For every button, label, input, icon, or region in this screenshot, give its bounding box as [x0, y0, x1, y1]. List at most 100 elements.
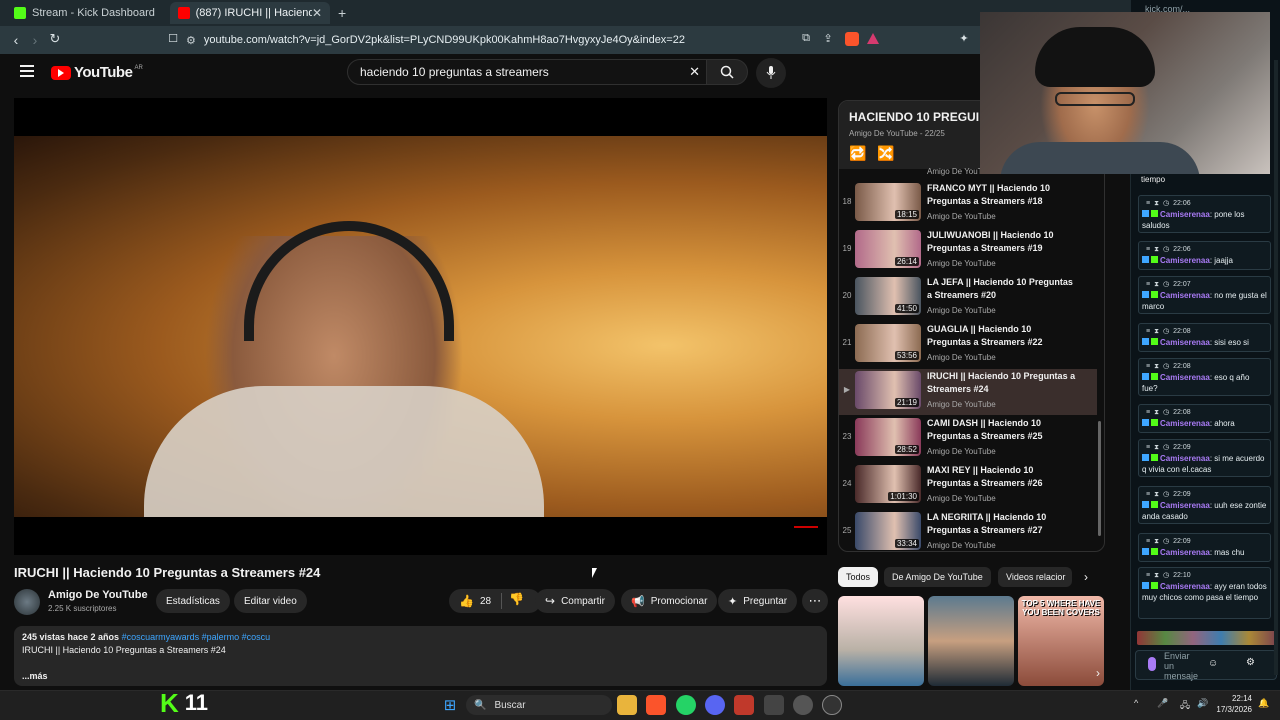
windows-start-icon[interactable]: ⊞: [440, 695, 460, 715]
chat-username[interactable]: Camiserenaa: [1160, 501, 1210, 510]
channel-name[interactable]: Amigo De YouTube: [48, 589, 148, 601]
playlist-scrollbar[interactable]: [1098, 421, 1101, 536]
tray-chevron-icon[interactable]: ^: [1134, 698, 1138, 708]
pin-icon[interactable]: ≡: [1146, 326, 1150, 337]
timeout-icon[interactable]: ⧗: [1154, 442, 1159, 453]
playlist-item-thumbnail[interactable]: 18:15: [855, 183, 921, 221]
forward-icon[interactable]: ›: [25, 32, 45, 48]
pin-icon[interactable]: ≡: [1146, 536, 1150, 547]
playlist-item-title[interactable]: LA NEGRIITA || Haciendo 10 Preguntas a S…: [927, 511, 1077, 537]
playlist-item[interactable]: 21 53:56 GUAGLIA || Haciendo 10 Preguntas …: [839, 322, 1097, 368]
related-thumb-1[interactable]: [838, 596, 924, 686]
playlist-item-thumbnail[interactable]: 26:14: [855, 230, 921, 268]
stats-button[interactable]: Estadísticas: [156, 589, 230, 613]
back-icon[interactable]: ‹: [6, 32, 26, 48]
tab-kick-dashboard[interactable]: Stream - Kick Dashboard: [6, 2, 168, 24]
playlist-item[interactable]: 25 33:34 LA NEGRIITA || Haciendo 10 Pregun…: [839, 510, 1097, 551]
playlist-title[interactable]: HACIENDO 10 PREGUI: [849, 110, 979, 124]
chat-username[interactable]: Camiserenaa: [1160, 338, 1210, 347]
description-box[interactable]: 245 vistas hace 2 años #coscuarmyawards …: [14, 626, 827, 686]
playlist-item-thumbnail[interactable]: 28:52: [855, 418, 921, 456]
timeout-icon[interactable]: ⧗: [1154, 536, 1159, 547]
playlist-item[interactable]: 19 26:14 JULIWUANOBI || Haciendo 10 Pregun…: [839, 228, 1097, 274]
playlist-item-thumbnail[interactable]: 21:19: [855, 371, 921, 409]
hashtags[interactable]: #coscuarmyawards #palermo #coscu: [122, 632, 271, 642]
chat-settings-icon[interactable]: ⚙: [1246, 657, 1255, 668]
whatsapp-icon[interactable]: [676, 695, 696, 715]
emote-row[interactable]: [1137, 631, 1277, 645]
media-player-icon[interactable]: [822, 695, 842, 715]
new-tab-button[interactable]: +: [338, 5, 346, 21]
brave-browser-icon[interactable]: [646, 695, 666, 715]
timeout-icon[interactable]: ⧗: [1154, 361, 1159, 372]
timeout-icon[interactable]: ⧗: [1154, 489, 1159, 500]
pin-icon[interactable]: ≡: [1146, 489, 1150, 500]
edit-video-button[interactable]: Editar video: [234, 589, 307, 613]
open-in-app-icon[interactable]: ⧉: [796, 32, 816, 45]
chips-next-icon[interactable]: ›: [1084, 570, 1088, 584]
playlist-item[interactable]: 24 1:01:30 MAXI REY || Haciendo 10 Pregunt…: [839, 463, 1097, 509]
chat-username[interactable]: Camiserenaa: [1160, 548, 1210, 557]
playlist-item[interactable]: 20 41:50 LA JEFA || Haciendo 10 Preguntas …: [839, 275, 1097, 321]
ask-button[interactable]: ✦ Preguntar: [718, 589, 798, 613]
timeout-icon[interactable]: ⧗: [1154, 198, 1159, 209]
playlist-item-title[interactable]: CAMI DASH || Haciendo 10 Preguntas a Str…: [927, 417, 1077, 443]
timeout-icon[interactable]: ⧗: [1154, 407, 1159, 418]
volume-icon[interactable]: 🔊: [1197, 698, 1208, 709]
app-icon[interactable]: [734, 695, 754, 715]
url-field[interactable]: ⚙ youtube.com/watch?v=jd_GorDV2pk&list=P…: [186, 29, 886, 51]
chat-input[interactable]: Enviar un mensaje ☺ ⚙: [1135, 650, 1277, 681]
site-info-icon[interactable]: ⚙: [186, 34, 196, 47]
tray-mic-icon[interactable]: 🎤: [1157, 698, 1168, 709]
chat-username[interactable]: Camiserenaa: [1160, 210, 1210, 219]
reload-icon[interactable]: ↻: [45, 31, 65, 47]
share-page-icon[interactable]: ⇪: [818, 32, 838, 45]
app-icon-2[interactable]: [764, 695, 784, 715]
chat-username[interactable]: Camiserenaa: [1160, 373, 1210, 382]
chip-from-channel[interactable]: De Amigo De YouTube: [884, 567, 991, 587]
chat-username[interactable]: Camiserenaa: [1160, 256, 1210, 265]
network-icon[interactable]: 🖧: [1180, 698, 1190, 714]
pin-icon[interactable]: ≡: [1146, 407, 1150, 418]
file-explorer-icon[interactable]: [617, 695, 637, 715]
pin-icon[interactable]: ≡: [1146, 570, 1150, 581]
shuffle-icon[interactable]: 🔀: [877, 145, 894, 162]
notification-icon[interactable]: 🔔: [1258, 698, 1269, 709]
pin-icon[interactable]: ≡: [1146, 442, 1150, 453]
playlist-item-title[interactable]: LA JEFA || Haciendo 10 Preguntas a Strea…: [927, 276, 1077, 302]
playlist-item-thumbnail[interactable]: 33:34: [855, 512, 921, 550]
timeout-icon[interactable]: ⧗: [1154, 570, 1159, 581]
extensions-icon[interactable]: ✦: [954, 32, 974, 45]
youtube-logo[interactable]: YouTube AR: [51, 64, 143, 81]
playlist-item-title[interactable]: MAXI REY || Haciendo 10 Preguntas a Stre…: [927, 464, 1077, 490]
playlist-item-title[interactable]: GUAGLIA || Haciendo 10 Preguntas a Strea…: [927, 323, 1077, 349]
playlist-item[interactable]: ▶ 21:19 IRUCHI || Haciendo 10 Preguntas a …: [839, 369, 1097, 415]
chip-all[interactable]: Todos: [838, 567, 879, 587]
channel-avatar[interactable]: [14, 589, 40, 615]
related-next-icon[interactable]: ›: [1096, 666, 1100, 680]
video-player[interactable]: [14, 98, 827, 555]
related-thumb-3[interactable]: TOP 5 WHERE HAVE YOU BEEN COVERS: [1018, 596, 1104, 686]
playlist-item-thumbnail[interactable]: 41:50: [855, 277, 921, 315]
chat-username[interactable]: Camiserenaa: [1160, 419, 1210, 428]
timeout-icon[interactable]: ⧗: [1154, 326, 1159, 337]
dislike-icon[interactable]: 👎: [509, 592, 524, 606]
discord-icon[interactable]: [705, 695, 725, 715]
chat-badge-icon[interactable]: [1148, 657, 1156, 671]
close-tab-icon[interactable]: ✕: [312, 6, 322, 20]
show-more-link[interactable]: ...más: [22, 671, 819, 681]
timeout-icon[interactable]: ⧗: [1154, 279, 1159, 290]
emoji-icon[interactable]: ☺: [1208, 658, 1218, 669]
chat-username[interactable]: Camiserenaa: [1160, 582, 1210, 591]
playlist-item-title[interactable]: JULIWUANOBI || Haciendo 10 Preguntas a S…: [927, 229, 1077, 255]
search-input[interactable]: haciendo 10 preguntas a streamers ✕: [347, 59, 709, 85]
chip-related[interactable]: Videos relacior: [998, 567, 1072, 587]
bookmark-icon[interactable]: ☐: [163, 32, 183, 45]
playlist-item[interactable]: 18 18:15 FRANCO MYT || Haciendo 10 Pregunt…: [839, 181, 1097, 227]
playlist-item-title[interactable]: FRANCO MYT || Haciendo 10 Preguntas a St…: [927, 182, 1077, 208]
like-count[interactable]: 28: [480, 596, 491, 607]
pin-icon[interactable]: ≡: [1146, 244, 1150, 255]
pin-icon[interactable]: ≡: [1146, 361, 1150, 372]
share-button[interactable]: ↪ Compartir: [535, 589, 615, 613]
playlist-item-title[interactable]: IRUCHI || Haciendo 10 Preguntas a Stream…: [927, 370, 1077, 396]
